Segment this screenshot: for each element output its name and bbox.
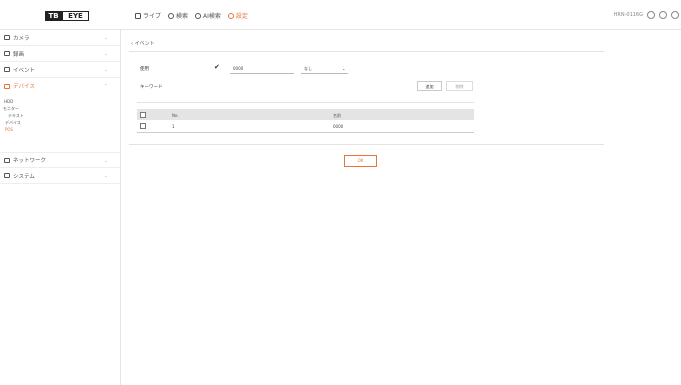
breadcrumb-divider: [129, 51, 604, 52]
ok-button[interactable]: OK: [344, 155, 377, 167]
nav-ai-search-label: AI検索: [203, 13, 221, 20]
monitor-icon: [135, 12, 141, 19]
column-header-name: 名前: [333, 113, 341, 118]
nav-search-label: 検索: [176, 13, 189, 20]
device-label: HRN-0116G: [613, 12, 643, 18]
row-checkbox[interactable]: [140, 123, 146, 129]
sidebar-subitem-hdd[interactable]: HDD: [4, 98, 13, 105]
chevron-down-icon: ⌄: [104, 158, 108, 163]
sidebar-item-label: カメラ: [13, 35, 30, 42]
chevron-up-icon: ⌃: [104, 83, 108, 88]
header-right: HRN-0116G: [614, 11, 679, 19]
gear-icon: [227, 12, 234, 19]
user-icon[interactable]: [647, 11, 655, 19]
column-header-no: No.: [172, 113, 179, 118]
top-nav: ライブ 検索 AI検索 設定: [135, 11, 248, 20]
logo-tb: TB: [45, 11, 62, 21]
enable-label: 使用: [140, 67, 149, 72]
nav-live[interactable]: ライブ: [135, 11, 161, 20]
keyword-field[interactable]: [230, 73, 294, 74]
sidebar-item-label: イベント: [13, 67, 36, 74]
power-icon[interactable]: [671, 11, 679, 19]
brand-logo: TB EYE: [45, 11, 89, 21]
nav-live-label: ライブ: [143, 13, 162, 20]
chevron-down-icon: ⌄: [104, 35, 108, 40]
sidebar-item-record[interactable]: 録画 ⌄: [0, 46, 120, 62]
table-bottom-line: [137, 132, 474, 133]
sidebar-item-device[interactable]: デバイス ⌃: [0, 78, 120, 94]
add-button[interactable]: 追加: [417, 81, 442, 91]
nav-ai-search[interactable]: AI検索: [195, 11, 221, 20]
sidebar-subitem-text[interactable]: テキスト: [8, 112, 24, 119]
mode-select[interactable]: [301, 73, 348, 74]
nav-settings[interactable]: 設定: [227, 11, 248, 20]
nav-settings-label: 設定: [235, 13, 248, 20]
row-no: 1: [172, 124, 175, 129]
sidebar-item-label: システム: [13, 173, 35, 180]
enable-checkbox[interactable]: [214, 63, 220, 71]
footer-divider: [129, 144, 604, 145]
help-icon[interactable]: [659, 11, 667, 19]
sidebar-item-label: 録画: [13, 51, 25, 58]
row-name: 0000: [333, 124, 344, 129]
sidebar-item-event[interactable]: イベント ⌄: [0, 62, 120, 78]
system-icon: [4, 173, 10, 178]
delete-button[interactable]: 削除: [446, 81, 473, 91]
keyword-label: キーワード: [140, 85, 163, 90]
breadcrumb-label: イベント: [134, 41, 155, 47]
bell-icon: [4, 67, 10, 72]
camera-icon: [4, 35, 10, 40]
table-header: [137, 109, 474, 120]
sidebar-subitem-device[interactable]: デバイス: [5, 119, 21, 126]
sidebar-item-label: デバイス: [13, 84, 35, 90]
sidebar: カメラ ⌄ 録画 ⌄ イベント ⌄ デバイス ⌃ HDD モニター テキスト デ…: [0, 30, 121, 385]
chevron-down-icon: ⌄: [342, 66, 346, 71]
sidebar-subitem-monitor[interactable]: モニター: [3, 105, 19, 112]
chevron-down-icon: ⌄: [104, 51, 108, 56]
network-icon: [4, 157, 10, 163]
record-icon: [4, 51, 10, 56]
device-icon: [4, 83, 10, 89]
breadcrumb: ‹ イベント: [131, 41, 155, 47]
keyword-field-value: 0000: [233, 66, 244, 71]
sidebar-item-camera[interactable]: カメラ ⌄: [0, 30, 120, 46]
chevron-down-icon: ⌄: [104, 173, 108, 178]
nav-search[interactable]: 検索: [168, 11, 188, 20]
select-all-checkbox[interactable]: [140, 112, 146, 118]
sidebar-subitem-pos[interactable]: POS: [5, 126, 13, 133]
search-icon: [168, 12, 175, 19]
section-divider: [137, 102, 474, 103]
logo-eye: EYE: [62, 11, 89, 21]
mode-select-value: なし: [304, 66, 312, 71]
ai-search-icon: [195, 12, 202, 19]
sidebar-item-label: ネットワーク: [13, 158, 47, 164]
sidebar-item-network[interactable]: ネットワーク ⌄: [0, 152, 120, 168]
sidebar-item-system[interactable]: システム ⌄: [0, 168, 120, 184]
chevron-down-icon: ⌄: [104, 67, 108, 72]
top-header: TB EYE ライブ 検索 AI検索 設定 HRN-0116G: [0, 0, 681, 30]
